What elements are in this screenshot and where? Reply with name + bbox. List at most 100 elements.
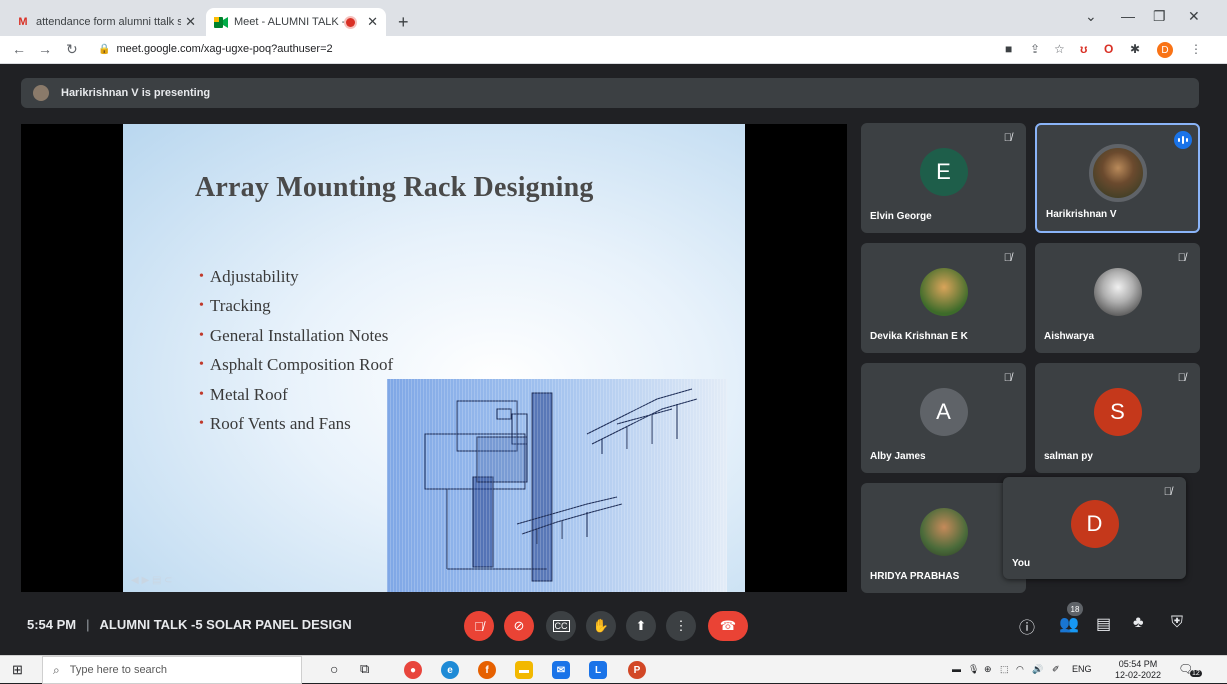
slide-bullet: Metal Roof <box>199 380 393 410</box>
cortana-icon[interactable]: ○ <box>330 661 338 677</box>
volume-icon[interactable]: 🔊 <box>1032 664 1043 675</box>
taskbar-clock[interactable]: 05:54 PM 12-02-2022 <box>1115 659 1161 681</box>
participant-tile-speaking[interactable]: Harikrishnan V <box>1035 123 1200 233</box>
participant-name: Alby James <box>870 451 926 462</box>
people-icon[interactable]: 👥 <box>1059 614 1079 634</box>
clock-date: 12-02-2022 <box>1115 670 1162 680</box>
browser-tab-bar: M attendance form alumni ttalk sec ✕ Mee… <box>0 0 1227 36</box>
host-controls-icon[interactable]: ⛨ <box>1171 614 1183 632</box>
meeting-time: 5:54 PM <box>27 617 77 632</box>
avatar: A <box>919 388 968 436</box>
chrome-icon[interactable]: ● <box>404 661 422 679</box>
presenting-text: Harikrishnan V is presenting <box>61 87 211 99</box>
mail-icon[interactable]: ✉ <box>552 661 570 679</box>
mic-off-icon: 🎙̸ <box>1177 372 1186 384</box>
camera-toggle-button[interactable]: ⊘ <box>504 611 534 641</box>
wifi-icon[interactable]: ◠ <box>1016 664 1024 675</box>
avatar: E <box>919 148 968 196</box>
slide-bullet-list: Adjustability Tracking General Installat… <box>199 262 393 439</box>
tab-gmail[interactable]: M attendance form alumni ttalk sec ✕ <box>8 8 204 36</box>
kebab-icon: ⋮ <box>674 618 688 633</box>
presenting-banner: Harikrishnan V is presenting <box>21 78 1199 108</box>
pen-icon[interactable]: ✐ <box>1052 664 1060 675</box>
lock-icon: 🔒 <box>98 43 111 55</box>
maximize-button[interactable]: ❐ <box>1153 8 1166 25</box>
raise-hand-button[interactable]: ✋ <box>586 611 616 641</box>
taskbar-search-box[interactable]: ⌕ Type here to search <box>42 656 302 684</box>
captions-button[interactable]: CC <box>546 611 576 641</box>
share-icon[interactable]: ⇪ <box>1030 42 1040 56</box>
more-options-button[interactable]: ⋮ <box>666 611 696 641</box>
l-app-icon[interactable]: L <box>589 661 607 679</box>
close-window-button[interactable]: ✕ <box>1188 8 1200 25</box>
language-indicator[interactable]: ENG <box>1072 664 1092 674</box>
new-tab-button[interactable]: + <box>398 12 409 33</box>
forward-icon[interactable]: → <box>38 41 52 57</box>
camera-indicator-icon[interactable]: ■ <box>1005 42 1012 56</box>
meeting-details: 5:54 PM | ALUMNI TALK -5 SOLAR PANEL DES… <box>27 617 352 632</box>
powerpoint-icon[interactable]: P <box>628 661 646 679</box>
activities-icon[interactable]: ♣ <box>1133 614 1144 632</box>
chat-icon[interactable]: ▤ <box>1096 614 1111 634</box>
bookmark-star-icon[interactable]: ☆ <box>1054 42 1065 56</box>
minimize-button[interactable]: — <box>1121 8 1135 24</box>
reload-icon[interactable]: ↻ <box>66 41 78 58</box>
battery-icon[interactable]: ▬ <box>952 664 961 674</box>
extensions-puzzle-icon[interactable]: ✱ <box>1130 42 1140 56</box>
opera-extension-icon[interactable]: O <box>1104 42 1113 56</box>
self-view-tile[interactable]: 🎙̸ D You <box>1003 477 1186 579</box>
presentation-stage: Array Mounting Rack Designing Adjustabil… <box>21 124 847 592</box>
network-icon[interactable]: ⊕ <box>984 664 992 675</box>
leave-call-button[interactable]: ☎ <box>708 611 748 641</box>
firefox-icon[interactable]: f <box>478 661 496 679</box>
avatar <box>1088 144 1147 202</box>
present-icon: ⬆ <box>635 618 647 633</box>
gmail-icon: M <box>18 16 28 28</box>
participant-tile[interactable]: 🎙̸ E Elvin George <box>861 123 1026 233</box>
rack-technical-drawing <box>387 379 727 592</box>
phone-hangup-icon: ☎ <box>719 618 737 633</box>
edge-icon[interactable]: e <box>441 661 459 679</box>
extension-icon[interactable]: ʊ <box>1080 42 1087 56</box>
captions-icon: CC <box>552 620 570 632</box>
slide-bullet: Adjustability <box>199 262 393 292</box>
participant-name: Aishwarya <box>1044 331 1095 342</box>
tab-search-icon[interactable]: ⌄ <box>1085 8 1097 25</box>
notification-count-badge: 12 <box>1190 670 1202 677</box>
menu-kebab-icon[interactable]: ⋮ <box>1190 42 1202 56</box>
mic-off-icon: 🎙̸ <box>1003 252 1012 264</box>
slide-bullet: Roof Vents and Fans <box>199 410 393 440</box>
participant-tile[interactable]: 🎙̸ Aishwarya <box>1035 243 1200 353</box>
tab-meet[interactable]: Meet - ALUMNI TALK -5 SOL ✕ <box>206 8 386 36</box>
windows-start-icon[interactable]: ⊞ <box>12 662 23 678</box>
address-bar: ← → ↻ 🔒 meet.google.com/xag-ugxe-poq?aut… <box>0 36 1227 64</box>
onedrive-icon[interactable]: ⬚ <box>1000 664 1009 675</box>
url-field[interactable]: 🔒 meet.google.com/xag-ugxe-poq?authuser=… <box>98 43 333 55</box>
file-explorer-icon[interactable]: ▬ <box>515 661 533 679</box>
back-icon[interactable]: ← <box>12 41 26 57</box>
url-text: meet.google.com/xag-ugxe-poq?authuser=2 <box>116 43 333 55</box>
mic-off-icon: 🎙̸ <box>474 618 484 634</box>
meeting-info-icon[interactable]: ⓘ <box>1019 614 1035 638</box>
profile-avatar[interactable]: D <box>1157 42 1173 58</box>
mic-toggle-button[interactable]: 🎙̸ <box>464 611 494 641</box>
presentation-slide: Array Mounting Rack Designing Adjustabil… <box>123 124 745 592</box>
participant-name: HRIDYA PRABHAS <box>870 571 960 582</box>
participant-tile[interactable]: HRIDYA PRABHAS <box>861 483 1026 593</box>
participant-tile[interactable]: 🎙̸ Devika Krishnan E K <box>861 243 1026 353</box>
mic-off-icon: 🎙̸ <box>1003 132 1012 144</box>
avatar <box>919 268 968 316</box>
mic-off-icon: 🎙̸ <box>1003 372 1012 384</box>
close-tab-icon[interactable]: ✕ <box>185 14 196 30</box>
avatar <box>1093 268 1142 316</box>
mic-off-icon: 🎙̸ <box>1163 486 1172 498</box>
participant-tile[interactable]: 🎙̸ A Alby James <box>861 363 1026 473</box>
close-tab-icon[interactable]: ✕ <box>367 14 378 30</box>
clock-time: 05:54 PM <box>1118 659 1158 669</box>
task-view-icon[interactable]: ⧉ <box>360 661 369 677</box>
present-screen-button[interactable]: ⬆ <box>626 611 656 641</box>
participant-tile[interactable]: 🎙̸ S salman py <box>1035 363 1200 473</box>
avatar: S <box>1093 388 1142 436</box>
slide-title: Array Mounting Rack Designing <box>195 172 594 203</box>
mic-tray-icon[interactable]: 🎙 <box>968 664 979 675</box>
